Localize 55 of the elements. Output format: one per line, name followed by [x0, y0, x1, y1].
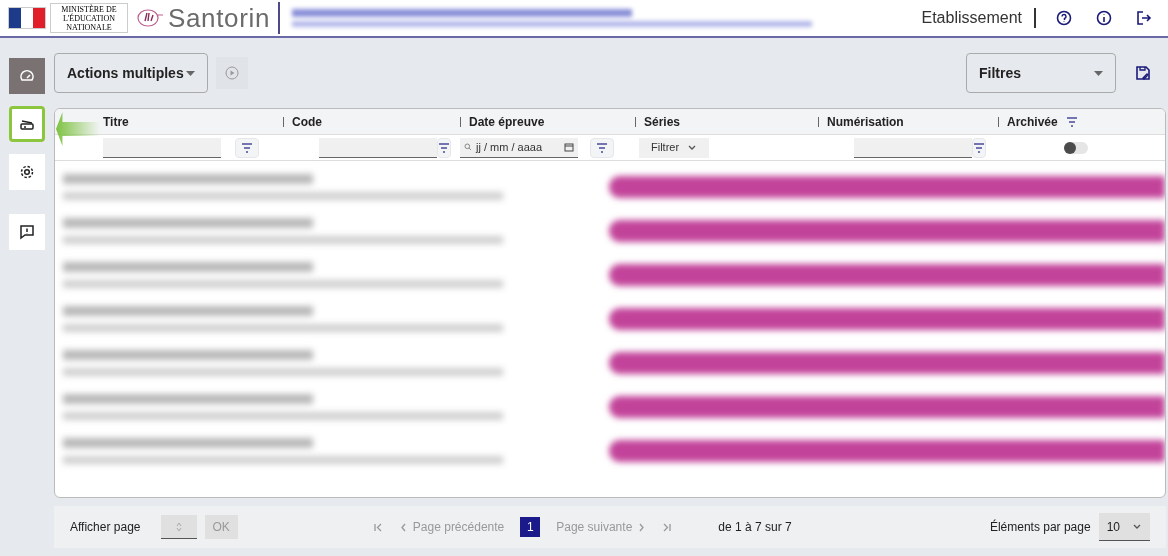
page-number-input[interactable]: [160, 515, 197, 539]
filter-input[interactable]: [319, 137, 437, 158]
caret-icon: [186, 70, 195, 76]
first-page-icon: [372, 522, 383, 532]
series-select[interactable]: Filtrer: [639, 137, 710, 158]
filter-button[interactable]: [437, 137, 451, 158]
filter-button[interactable]: [590, 137, 614, 158]
filter-input[interactable]: [103, 137, 221, 158]
column-header[interactable]: Archivée: [1007, 112, 1058, 131]
actions-select[interactable]: Actions multiples: [54, 53, 208, 93]
spinner-arrows-icon: [175, 521, 182, 532]
sidebar-item[interactable]: [9, 154, 45, 190]
filter-button[interactable]: [235, 137, 259, 158]
show-page-label: Afficher page: [70, 519, 141, 536]
gear-icon: [19, 164, 35, 180]
filter-icon: [241, 142, 253, 153]
column-header[interactable]: Numérisation: [827, 112, 904, 131]
filters-select[interactable]: Filtres: [966, 53, 1116, 93]
filter-input[interactable]: [854, 137, 972, 158]
calendar-icon: [564, 142, 574, 152]
filter-icon: [973, 142, 985, 153]
app-name: Santorin: [168, 5, 271, 31]
establishment-label: Etablissement: [921, 8, 1022, 28]
range-text: de 1 à 7 sur 7: [718, 519, 792, 536]
help-icon[interactable]: [1056, 10, 1072, 26]
archived-toggle[interactable]: [1063, 141, 1088, 154]
filter-icon: [438, 142, 450, 153]
filter-icon: [596, 142, 608, 153]
speech-bubble-icon: [19, 224, 35, 240]
sidebar-item[interactable]: [9, 58, 45, 94]
info-icon[interactable]: [1096, 10, 1112, 26]
column-header[interactable]: Séries: [644, 112, 681, 131]
ministry-logo: MINISTÈRE DE L'ÉDUCATION NATIONALE: [50, 3, 128, 33]
sidebar-item[interactable]: [9, 106, 45, 142]
play-icon: [225, 66, 239, 80]
column-header[interactable]: Titre: [103, 112, 129, 131]
caret-icon: [1094, 70, 1103, 76]
date-input[interactable]: jj / mm / aaaa: [460, 137, 578, 158]
sidebar-item[interactable]: [9, 214, 45, 250]
column-header[interactable]: Date épreuve: [469, 112, 545, 131]
per-page-label: Éléments par page: [989, 518, 1091, 536]
save-icon[interactable]: [1136, 66, 1150, 80]
hand-logo-icon: [136, 7, 164, 29]
page-number[interactable]: 1: [520, 517, 541, 537]
flag-logo: [8, 7, 46, 29]
chevron-icon: [1132, 522, 1142, 531]
filter-button[interactable]: [972, 137, 986, 158]
gauge-icon: [19, 68, 35, 84]
column-header[interactable]: Code: [292, 112, 322, 131]
last-page-icon: [662, 522, 673, 532]
per-page-select[interactable]: 10: [1098, 513, 1150, 541]
chevron-icon: [687, 143, 698, 152]
logout-icon[interactable]: [1136, 10, 1152, 26]
search-icon: [464, 143, 472, 151]
filter-icon: [1065, 116, 1078, 127]
